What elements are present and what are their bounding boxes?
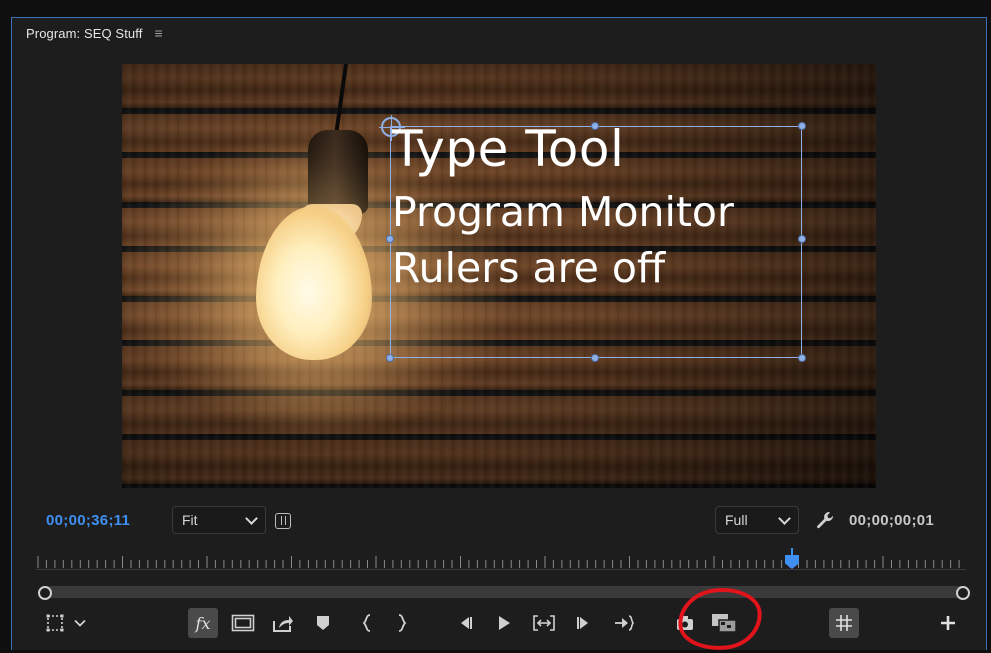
go-to-out-button[interactable] — [609, 608, 639, 638]
resize-handle-bottom-left[interactable] — [386, 354, 394, 362]
title-line-1[interactable]: Type Tool — [392, 120, 624, 178]
comparison-view-button[interactable] — [709, 608, 739, 638]
add-marker-button[interactable] — [308, 608, 338, 638]
marker-icon — [317, 616, 329, 630]
safe-margins-button[interactable] — [40, 608, 70, 638]
export-frame-icon — [273, 616, 293, 632]
chevron-down-icon — [74, 619, 86, 627]
resize-handle-top-right[interactable] — [798, 122, 806, 130]
export-frame-button[interactable] — [268, 608, 298, 638]
camera-icon — [677, 616, 693, 630]
zoom-scroll-end-handle[interactable] — [956, 586, 970, 600]
step-back-icon — [461, 617, 472, 629]
settings-dropdown-button[interactable] — [69, 608, 91, 638]
chevron-down-icon — [778, 512, 791, 525]
resolution-icon[interactable] — [275, 513, 291, 529]
duration-timecode: 00;00;00;01 — [849, 512, 935, 529]
play-in-to-out-button[interactable] — [529, 608, 559, 638]
wrench-icon[interactable] — [815, 510, 835, 530]
ruler-baseline — [36, 569, 966, 570]
playback-resolution-value: Full — [725, 512, 748, 528]
hamburger-icon[interactable]: ≡ — [154, 25, 162, 41]
mark-in-icon — [362, 614, 371, 632]
resize-handle-left[interactable] — [386, 235, 394, 243]
safe-frame-icon — [231, 614, 255, 632]
mark-out-icon — [398, 614, 407, 632]
go-to-in-out-icon — [533, 615, 555, 631]
panel-title[interactable]: Program: SEQ Stuff — [26, 26, 142, 41]
time-ruler[interactable] — [36, 546, 966, 570]
transport-controls: fx — [12, 608, 986, 638]
zoom-scroll-bar[interactable] — [42, 586, 966, 598]
program-monitor-panel: Program: SEQ Stuff ≡ Type Tool Program M… — [11, 17, 987, 653]
play-button[interactable] — [489, 608, 519, 638]
chevron-down-icon — [245, 512, 258, 525]
playback-resolution-select[interactable]: Full — [715, 506, 799, 534]
export-frame-camera-button[interactable] — [670, 608, 700, 638]
mark-out-button[interactable] — [387, 608, 417, 638]
resize-handle-bottom[interactable] — [591, 354, 599, 362]
step-forward-icon — [577, 617, 588, 629]
play-icon — [499, 616, 510, 630]
ruler-guides-toggle-button[interactable] — [829, 608, 859, 638]
step-back-button[interactable] — [450, 608, 480, 638]
panel-header: Program: SEQ Stuff ≡ — [12, 18, 986, 48]
video-preview[interactable]: Type Tool Program Monitor Rulers are off — [122, 64, 876, 488]
resize-handle-bottom-right[interactable] — [798, 354, 806, 362]
add-button-icon — [941, 616, 955, 630]
safe-margins-icon — [46, 614, 64, 632]
zoom-level-select[interactable]: Fit — [172, 506, 266, 534]
fx-icon: fx — [195, 613, 211, 633]
title-line-3[interactable]: Rulers are off — [392, 244, 665, 292]
ruler-grid-icon — [836, 615, 852, 631]
fx-toggle-button[interactable]: fx — [188, 608, 218, 638]
title-line-2[interactable]: Program Monitor — [392, 188, 734, 236]
zoom-level-value: Fit — [182, 512, 198, 528]
step-forward-button[interactable] — [569, 608, 599, 638]
current-timecode[interactable]: 00;00;36;11 — [46, 512, 130, 529]
zoom-scroll-start-handle[interactable] — [38, 586, 52, 600]
ruler-ticks — [37, 556, 960, 568]
safe-frame-button[interactable] — [228, 608, 258, 638]
button-editor-add[interactable] — [933, 608, 963, 638]
mark-in-button[interactable] — [352, 608, 382, 638]
comparison-view-icon — [712, 614, 737, 633]
go-to-out-icon — [615, 615, 634, 631]
monitor-controls-row: 00;00;36;11 Fit Full 00;00;00;01 — [12, 506, 986, 536]
resize-handle-right[interactable] — [798, 235, 806, 243]
bulb-socket — [308, 130, 368, 214]
